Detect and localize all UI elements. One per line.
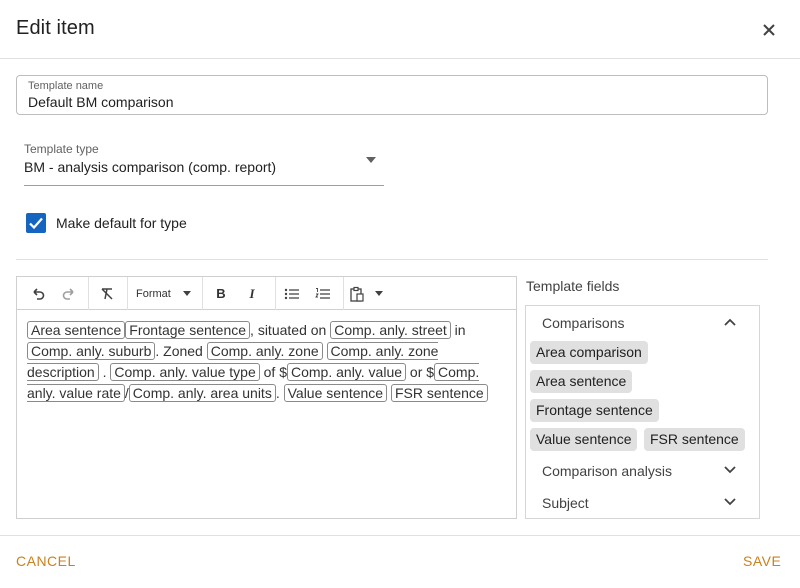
group-comparisons[interactable]: Comparisons: [526, 307, 759, 339]
template-name-label: Template name: [28, 80, 104, 92]
rich-text-editor: Format B I Area sentence Frontage sentenc…: [16, 276, 517, 519]
template-type-select[interactable]: Template type BM - analysis comparison (…: [24, 140, 384, 186]
placeholder-chip[interactable]: Comp. anly. value type: [110, 363, 260, 381]
dialog-header: Edit item: [0, 0, 800, 59]
arrow-drop-down-icon: [366, 157, 376, 163]
editor-text: .: [275, 385, 284, 401]
placeholder-chip[interactable]: Frontage sentence: [125, 321, 251, 339]
template-fields-panel: Comparisons Area comparison Area sentenc…: [525, 305, 760, 519]
arrow-drop-down-icon: [182, 291, 191, 296]
dialog-title: Edit item: [16, 17, 95, 39]
editor-content[interactable]: Area sentence Frontage sentence, situated…: [27, 320, 497, 404]
editor-text: in: [450, 322, 466, 338]
editor-text: . Zoned: [155, 343, 207, 359]
template-fields-label: Template fields: [526, 278, 620, 294]
bullet-list-icon: [284, 288, 299, 299]
format-label: Format: [136, 287, 171, 300]
undo-button[interactable]: [25, 277, 51, 310]
redo-button[interactable]: [56, 277, 82, 310]
paste-icon: [350, 286, 364, 302]
group-title: Subject: [542, 495, 589, 511]
clear-format-icon: [101, 287, 113, 300]
template-type-label: Template type: [24, 142, 99, 156]
chevron-down-icon: [724, 466, 736, 474]
placeholder-chip[interactable]: Comp. anly. zone: [206, 342, 323, 360]
clear-formatting-button[interactable]: [94, 277, 120, 310]
bullet-list-button[interactable]: [279, 277, 305, 310]
group-subject[interactable]: Subject: [526, 487, 759, 519]
group-comparison-analysis[interactable]: Comparison analysis: [526, 455, 759, 487]
make-default-label: Make default for type: [56, 215, 187, 231]
cancel-button[interactable]: CANCEL: [16, 553, 76, 569]
make-default-checkbox[interactable]: [26, 213, 46, 233]
field-chip-area-sentence[interactable]: Area sentence: [530, 370, 633, 393]
arrow-drop-down-icon: [375, 291, 383, 296]
field-chip-area-comparison[interactable]: Area comparison: [530, 341, 648, 364]
numbered-list-button[interactable]: [310, 277, 336, 310]
placeholder-chip[interactable]: Area sentence: [27, 321, 126, 339]
toolbar-separator: [88, 277, 89, 310]
placeholder-chip[interactable]: Value sentence: [283, 384, 388, 402]
field-chip-frontage-sentence[interactable]: Frontage sentence: [530, 399, 659, 422]
numbered-list-icon: [315, 287, 330, 299]
chevron-down-icon: [724, 498, 736, 506]
italic-icon: I: [249, 285, 255, 301]
bold-button[interactable]: B: [208, 277, 234, 310]
save-button[interactable]: SAVE: [743, 553, 781, 569]
check-icon: [29, 217, 43, 230]
chevron-up-icon: [724, 318, 736, 326]
editor-toolbar: Format B I: [17, 277, 516, 310]
template-name-value[interactable]: Default BM comparison: [28, 94, 174, 110]
editor-text: .: [98, 364, 111, 380]
toolbar-separator: [343, 277, 344, 310]
bold-icon: B: [216, 286, 226, 301]
placeholder-chip[interactable]: Comp. anly. value: [287, 363, 407, 381]
group-title: Comparisons: [542, 315, 625, 331]
dialog-footer: CANCEL SAVE: [0, 535, 800, 588]
placeholder-chip[interactable]: Comp. anly. street: [330, 321, 451, 339]
field-chip-value-sentence[interactable]: Value sentence: [530, 428, 638, 451]
italic-button[interactable]: I: [239, 277, 265, 310]
placeholder-chip[interactable]: FSR sentence: [390, 384, 488, 402]
toolbar-separator: [127, 277, 128, 310]
toolbar-separator: [275, 277, 276, 310]
close-button[interactable]: [757, 18, 781, 42]
close-icon: [763, 24, 775, 36]
group-title: Comparison analysis: [542, 463, 672, 479]
editor-text: or $: [406, 364, 435, 380]
toolbar-separator: [202, 277, 203, 310]
placeholder-chip[interactable]: Comp. anly. area units: [128, 384, 276, 402]
format-dropdown[interactable]: Format: [132, 277, 194, 310]
undo-icon: [33, 287, 45, 300]
editor-text: of $: [259, 364, 287, 380]
section-divider: [16, 259, 768, 260]
paste-dropdown[interactable]: [347, 277, 397, 310]
template-type-value: BM - analysis comparison (comp. report): [24, 159, 277, 175]
placeholder-chip[interactable]: Comp. anly. suburb: [27, 342, 156, 360]
template-name-field[interactable]: Template name Default BM comparison: [16, 75, 768, 115]
field-chip-fsr-sentence[interactable]: FSR sentence: [644, 428, 745, 451]
editor-text: , situated on: [250, 322, 331, 338]
redo-icon: [62, 287, 74, 300]
